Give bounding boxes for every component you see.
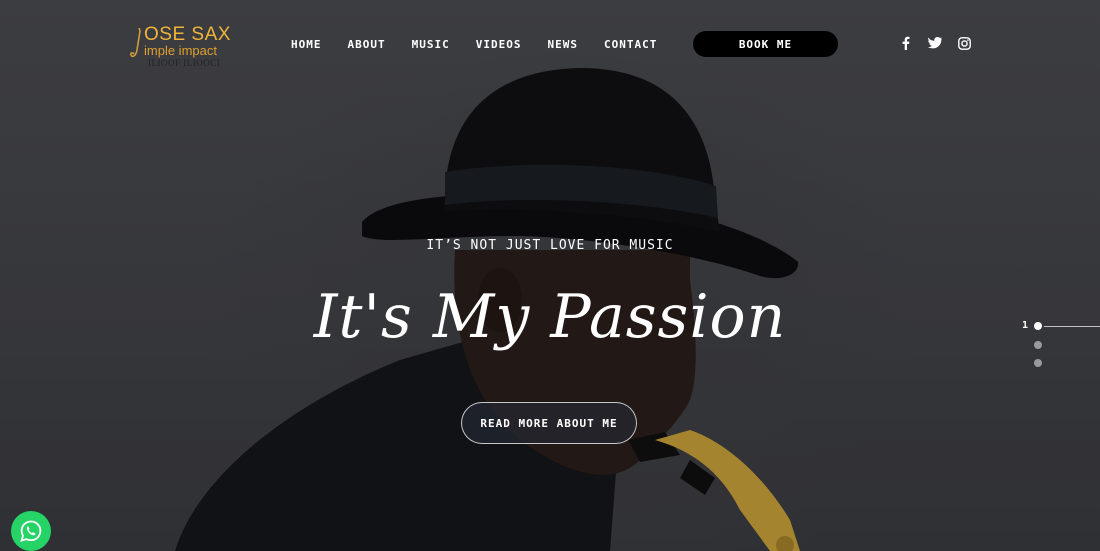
read-more-button[interactable]: READ MORE ABOUT ME (461, 402, 637, 444)
site-logo[interactable]: OSE SAX imple impact ILIOOF ILIOOCI (130, 24, 250, 70)
slider-pager: 1 (1018, 320, 1100, 370)
nav-music[interactable]: MUSIC (399, 34, 463, 54)
nav-videos[interactable]: VIDEOS (463, 34, 535, 54)
nav-home[interactable]: HOME (278, 34, 335, 54)
slide-dot-1[interactable] (1034, 322, 1042, 330)
twitter-icon[interactable] (927, 35, 943, 51)
hero-overlay (0, 0, 1100, 551)
hero-headline: It's My Passion (313, 282, 787, 352)
hero-tagline: IT’S NOT JUST LOVE FOR MUSIC (426, 238, 674, 253)
nav-news[interactable]: NEWS (535, 34, 592, 54)
slide-dot-3[interactable] (1034, 359, 1042, 367)
nav-about[interactable]: ABOUT (335, 34, 399, 54)
book-me-button[interactable]: BOOK ME (693, 31, 838, 57)
slide-number: 1 (1022, 320, 1029, 331)
logo-subtitle: imple impact (144, 43, 217, 58)
whatsapp-icon (20, 520, 42, 542)
nav-contact[interactable]: CONTACT (591, 34, 670, 54)
facebook-icon[interactable] (898, 35, 914, 51)
whatsapp-button[interactable] (11, 511, 51, 551)
main-nav: HOME ABOUT MUSIC VIDEOS NEWS CONTACT (278, 34, 670, 54)
slide-indicator-line (1044, 326, 1100, 327)
social-links (898, 35, 972, 51)
saxophone-icon (130, 28, 141, 58)
logo-tagline: ILIOOF ILIOOCI (148, 58, 221, 68)
instagram-icon[interactable] (956, 35, 972, 51)
slide-dot-2[interactable] (1034, 341, 1042, 349)
